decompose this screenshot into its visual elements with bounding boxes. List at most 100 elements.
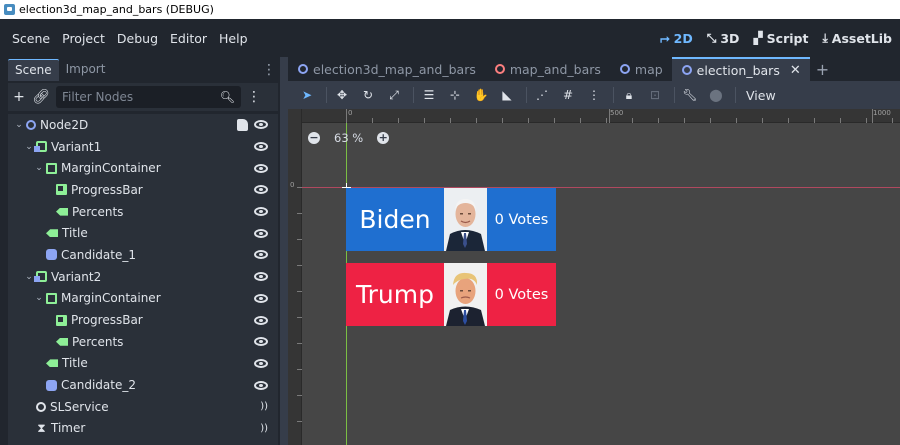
zoom-out-icon[interactable]: − [308, 132, 320, 144]
tree-item-label: Variant1 [51, 139, 102, 154]
add-node-icon[interactable]: + [8, 89, 30, 105]
dock-menu-icon[interactable]: ⋮ [262, 62, 278, 78]
menu-editor[interactable]: Editor [164, 31, 213, 46]
tree-item-timer[interactable]: ⧗ Timer)) [8, 418, 278, 440]
collapse-arrow-icon[interactable]: ⌄ [14, 120, 24, 130]
grid-snap-icon[interactable]: # [557, 88, 579, 102]
visibility-eye-icon[interactable] [254, 228, 268, 238]
label-icon [46, 229, 58, 238]
lock-icon[interactable]: 🔒︎ [618, 88, 640, 103]
tree-item-percents[interactable]: Percents [8, 331, 278, 353]
visibility-eye-icon[interactable] [254, 380, 268, 390]
ruler-tick [297, 265, 302, 266]
move-mode-icon[interactable]: ✥ [331, 88, 353, 102]
search-icon: 🔍︎ [219, 90, 235, 104]
timer-icon: ⧗ [37, 420, 46, 435]
zoom-in-icon[interactable]: + [377, 132, 390, 144]
ruler-tick [297, 291, 302, 292]
ruler-major-tick [872, 109, 873, 123]
scene-tree-options-icon[interactable]: ⋮ [247, 89, 261, 105]
collapse-arrow-icon[interactable]: ⌄ [34, 293, 44, 303]
tree-item-candidate_2[interactable]: Candidate_2 [8, 374, 278, 396]
visibility-eye-icon[interactable] [254, 337, 268, 347]
smart-snap-icon[interactable]: ⋰ [531, 88, 553, 102]
menu-project[interactable]: Project [56, 31, 111, 46]
tree-item-progressbar[interactable]: ProgressBar [8, 179, 278, 201]
instance-scene-icon[interactable]: 🔗︎ [30, 89, 52, 105]
visibility-eye-icon[interactable] [254, 293, 268, 303]
workspace-2d-label: 2D [673, 30, 693, 46]
signals-icon[interactable]: )) [260, 423, 268, 434]
ruler-tick [580, 118, 581, 123]
group-icon[interactable]: ⊡ [644, 88, 666, 102]
visibility-eye-icon[interactable] [254, 250, 268, 260]
scene-tab-map-and-bars[interactable]: map_and_bars [485, 57, 610, 81]
menu-help[interactable]: Help [213, 31, 254, 46]
tab-scene[interactable]: Scene [8, 59, 59, 81]
menu-scene[interactable]: Scene [6, 31, 56, 46]
collapse-arrow-icon[interactable]: ⌄ [34, 163, 44, 173]
ruler-mode-icon[interactable]: ◣ [496, 88, 518, 102]
snap-options-icon[interactable]: ⋮ [583, 88, 605, 102]
separator [326, 87, 327, 103]
view-menu-button[interactable]: View [746, 88, 776, 103]
collapse-arrow-icon[interactable]: ⌄ [24, 272, 34, 282]
pan-mode-icon[interactable]: ✋ [470, 88, 492, 102]
menu-debug[interactable]: Debug [111, 31, 164, 46]
visibility-eye-icon[interactable] [254, 358, 268, 368]
candidate-bar-trump[interactable]: Trump 0 Votes [346, 263, 556, 326]
workspace-2d-button[interactable]: ⮣ 2D [660, 31, 693, 46]
tree-item-title[interactable]: Title [8, 353, 278, 375]
list-select-icon[interactable]: ☰ [418, 88, 440, 102]
filter-nodes-input[interactable]: Filter Nodes 🔍︎ [56, 86, 241, 108]
attached-script-icon[interactable] [237, 118, 248, 131]
tree-item-actions [237, 114, 268, 136]
scene-tab-election-bars[interactable]: election_bars ✕ [671, 57, 810, 81]
tab-import[interactable]: Import [59, 59, 113, 81]
visibility-eye-icon[interactable] [254, 142, 268, 152]
scene-tab-label: map_and_bars [509, 61, 601, 77]
tree-item-label: Variant2 [51, 269, 102, 284]
canvas-toolbar: ➤ ✥ ↻ ⤢ ☰ ⊹ ✋ ◣ ⋰ # ⋮ 🔒︎ ⊡ 🔧︎ ⬤ View [288, 81, 900, 109]
canvas-viewport[interactable]: 0 500 1000 0 − 63 % + Biden 0 Votes Trum… [288, 109, 900, 445]
tree-item-node2d[interactable]: ⌄ Node2D [8, 114, 278, 136]
tree-item-label: Node2D [40, 117, 89, 132]
tree-item-title[interactable]: Title [8, 222, 278, 244]
tree-item-candidate_1[interactable]: Candidate_1 [8, 244, 278, 266]
visibility-eye-icon[interactable] [254, 207, 268, 217]
workspace-script-button[interactable]: ▞ Script [753, 31, 808, 46]
scale-mode-icon[interactable]: ⤢ [383, 88, 405, 103]
tree-item-percents[interactable]: Percents [8, 201, 278, 223]
close-tab-icon[interactable]: ✕ [790, 63, 801, 78]
visibility-eye-icon[interactable] [254, 163, 268, 173]
candidate-bar-biden[interactable]: Biden 0 Votes [346, 188, 556, 251]
scene-tab-map[interactable]: map [610, 57, 672, 81]
new-scene-tab-icon[interactable]: + [816, 60, 829, 79]
zoom-level[interactable]: 63 % [334, 131, 363, 145]
visibility-eye-icon[interactable] [254, 185, 268, 195]
tree-item-variant2[interactable]: ⌄ Variant2 [8, 266, 278, 288]
tree-item-slservice[interactable]: SLService)) [8, 396, 278, 418]
rotate-mode-icon[interactable]: ↻ [357, 88, 379, 102]
workspace-3d-button[interactable]: ⤡ 3D [707, 31, 740, 46]
ruler-tick [632, 118, 633, 123]
visibility-eye-icon[interactable] [254, 120, 268, 130]
scene-tab-election3d-map-and-bars[interactable]: election3d_map_and_bars [288, 57, 485, 81]
ruler-tick [684, 118, 685, 123]
workspace-assetlib-button[interactable]: ⤓ AssetLib [822, 31, 892, 46]
main-menu: Scene Project Debug Editor Help [0, 31, 254, 46]
visibility-eye-icon[interactable] [254, 315, 268, 325]
tree-item-margincontainer[interactable]: ⌄ MarginContainer [8, 157, 278, 179]
tree-item-variant1[interactable]: ⌄ Variant1 [8, 136, 278, 158]
scene-root-icon [619, 64, 630, 74]
signals-icon[interactable]: )) [260, 401, 268, 412]
camera-override-icon[interactable]: ⬤ [705, 88, 727, 102]
select-mode-icon[interactable]: ➤ [296, 88, 318, 102]
visibility-eye-icon[interactable] [254, 272, 268, 282]
collapse-arrow-icon[interactable]: ⌄ [24, 142, 34, 152]
skeleton-icon[interactable]: 🔧︎ [679, 88, 701, 102]
tree-item-progressbar[interactable]: ProgressBar [8, 309, 278, 331]
pivot-mode-icon[interactable]: ⊹ [444, 88, 466, 102]
candidate-votes: 0 Votes [487, 263, 556, 326]
tree-item-margincontainer[interactable]: ⌄ MarginContainer [8, 288, 278, 310]
